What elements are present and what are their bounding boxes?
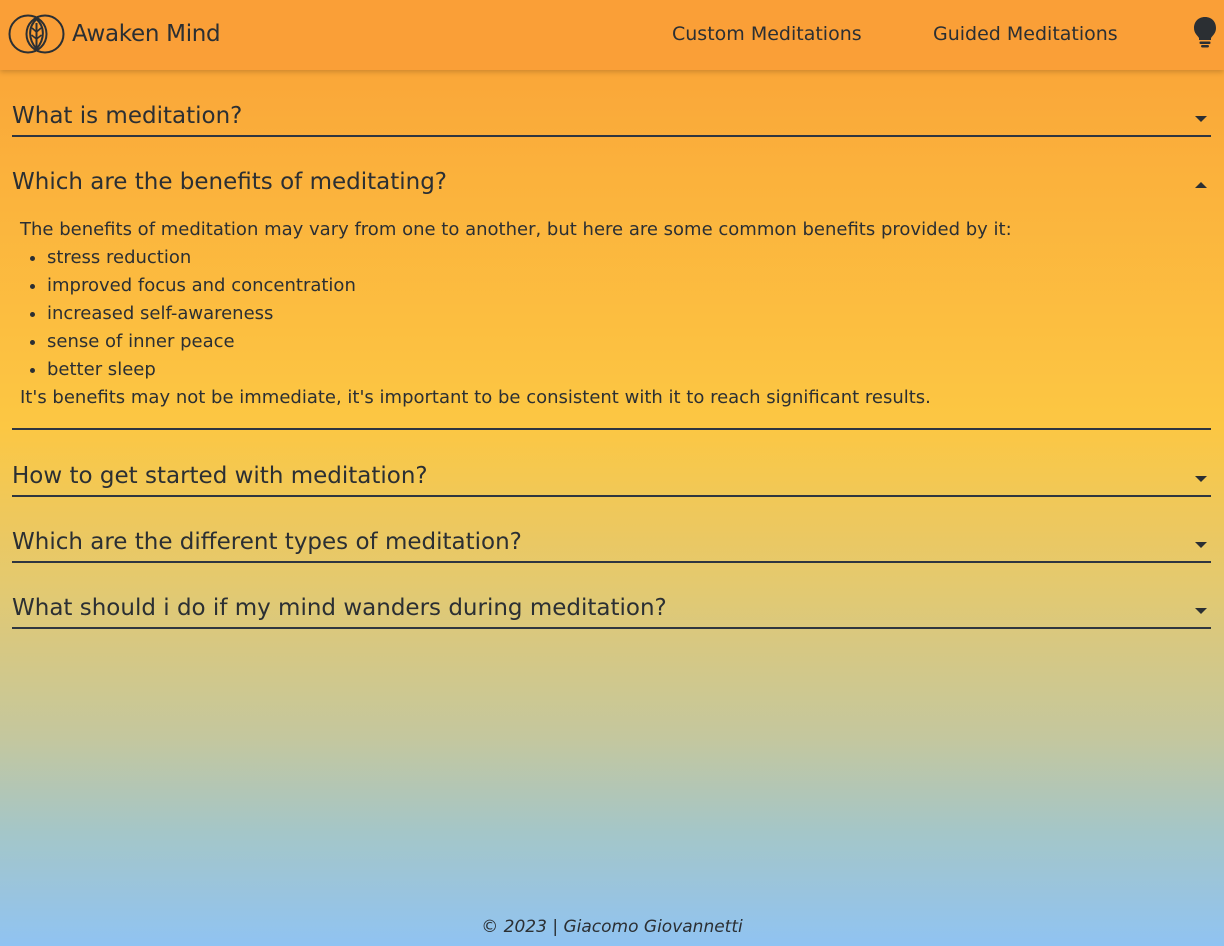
lightbulb-icon[interactable] [1192,16,1218,48]
list-item: better sleep [47,356,1211,384]
faq-item-types: Which are the different types of meditat… [12,527,1211,563]
list-item: sense of inner peace [47,328,1211,356]
footer-copyright: © 2023 | Giacomo Giovannetti [481,917,743,937]
faq-answer-benefits: The benefits of meditation may vary from… [12,216,1211,412]
caret-down-icon [1195,542,1207,548]
caret-down-icon [1195,116,1207,122]
nav-link-guided-meditations[interactable]: Guided Meditations [933,23,1118,45]
brand-home-link[interactable]: Awaken Mind [8,13,221,55]
faq-answer-intro: The benefits of meditation may vary from… [20,219,1012,240]
caret-down-icon [1195,476,1207,482]
list-item: increased self-awareness [47,300,1211,328]
list-item: improved focus and concentration [47,272,1211,300]
faq-item-benefits: Which are the benefits of meditating? Th… [12,167,1211,430]
brand-name: Awaken Mind [72,21,221,47]
faq-toggle-get-started[interactable]: How to get started with meditation? [12,461,1211,497]
faq-item-get-started: How to get started with meditation? [12,461,1211,497]
faq-question: Which are the different types of meditat… [12,529,522,555]
faq-answer-outro: It's benefits may not be immediate, it's… [20,387,931,408]
nav-link-custom-meditations[interactable]: Custom Meditations [672,23,862,45]
list-item: stress reduction [47,244,1211,272]
faq-toggle-types[interactable]: Which are the different types of meditat… [12,527,1211,563]
leaf-logo-icon [8,14,65,54]
faq-item-what-is-meditation: What is meditation? [12,101,1211,137]
faq-toggle-what-is-meditation[interactable]: What is meditation? [12,101,1211,137]
faq-divider [12,428,1211,430]
faq-question: What should i do if my mind wanders duri… [12,595,667,621]
caret-down-icon [1195,608,1207,614]
faq-toggle-benefits[interactable]: Which are the benefits of meditating? [12,167,1211,201]
navbar: Awaken Mind Custom Meditations Guided Me… [0,0,1224,70]
faq-question: What is meditation? [12,103,243,129]
caret-up-icon [1195,182,1207,188]
benefits-list: stress reduction improved focus and conc… [20,244,1211,384]
faq-toggle-mind-wanders[interactable]: What should i do if my mind wanders duri… [12,593,1211,629]
faq-question: How to get started with meditation? [12,463,428,489]
faq-question: Which are the benefits of meditating? [12,169,448,195]
faq-item-mind-wanders: What should i do if my mind wanders duri… [12,593,1211,629]
